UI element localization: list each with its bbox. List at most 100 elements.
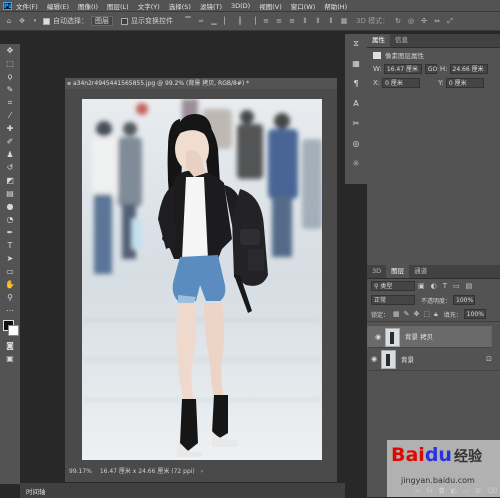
filter-adjust-icon[interactable]: ◐ bbox=[431, 282, 437, 290]
close-icon[interactable]: ▪ bbox=[65, 78, 73, 89]
drag-3d-icon[interactable]: ✣ bbox=[419, 16, 429, 26]
x-field[interactable]: 0 厘米 bbox=[382, 78, 421, 88]
distribute-left-icon[interactable]: ⫴ bbox=[300, 16, 310, 26]
eyedropper-tool-icon[interactable]: ⁄ bbox=[0, 109, 20, 122]
clone-stamp-tool-icon[interactable]: ♟ bbox=[0, 148, 20, 161]
align-right-icon[interactable]: ▕ bbox=[248, 16, 258, 26]
zoom-readout[interactable]: 99.17% bbox=[69, 468, 92, 475]
auto-select-checkbox[interactable] bbox=[43, 17, 50, 25]
filter-shape-icon[interactable]: ▭ bbox=[453, 282, 460, 290]
align-top-icon[interactable]: ▔ bbox=[183, 16, 193, 26]
align-left-icon[interactable]: ▏ bbox=[222, 16, 232, 26]
lasso-tool-icon[interactable]: ϙ bbox=[0, 70, 20, 83]
background-color[interactable] bbox=[8, 325, 19, 336]
menu-select[interactable]: 选择(S) bbox=[169, 1, 191, 11]
quick-mask-icon[interactable]: ◙ bbox=[0, 339, 20, 352]
brush-tool-icon[interactable]: ✐ bbox=[0, 135, 20, 148]
zoom-tool-icon[interactable]: ⚲ bbox=[0, 291, 20, 304]
tab-channels[interactable]: 通道 bbox=[409, 265, 432, 278]
lock-artboard-icon[interactable]: ⬚ bbox=[423, 310, 430, 318]
lock-position-icon[interactable]: ✥ bbox=[414, 310, 420, 318]
screen-mode-icon[interactable]: ▣ bbox=[0, 352, 20, 365]
scale-3d-icon[interactable]: ⤢ bbox=[445, 16, 455, 26]
trash-icon[interactable]: ⌫ bbox=[487, 487, 497, 495]
visibility-eye-icon[interactable]: ◉ bbox=[367, 355, 381, 363]
menu-image[interactable]: 图像(I) bbox=[78, 1, 98, 11]
tools-presets-icon[interactable]: ✂ bbox=[345, 114, 367, 134]
link-layers-icon[interactable]: ∞ bbox=[414, 487, 420, 495]
distribute-hcenter-icon[interactable]: ⫴ bbox=[313, 16, 323, 26]
color-swatches[interactable] bbox=[0, 317, 20, 339]
menu-help[interactable]: 帮助(H) bbox=[324, 1, 347, 11]
h-field[interactable]: 24.66 厘米 bbox=[449, 64, 488, 74]
auto-align-icon[interactable]: ▦ bbox=[339, 16, 349, 26]
bulb-icon[interactable]: ☼ bbox=[345, 154, 367, 174]
menu-layer[interactable]: 图层(L) bbox=[107, 1, 129, 11]
distribute-right-icon[interactable]: ⫴ bbox=[326, 16, 336, 26]
image-canvas[interactable] bbox=[82, 99, 322, 460]
lock-all-icon[interactable]: 🔒︎ bbox=[434, 310, 438, 319]
menu-type[interactable]: 文字(Y) bbox=[138, 1, 160, 11]
link-dimensions-button[interactable]: GO bbox=[424, 64, 437, 74]
w-field[interactable]: 16.47 厘米 bbox=[383, 64, 422, 74]
menu-filter[interactable]: 滤镜(T) bbox=[200, 1, 222, 11]
fill-field[interactable]: 100% bbox=[463, 309, 486, 319]
path-select-tool-icon[interactable]: ➤ bbox=[0, 252, 20, 265]
align-bottom-icon[interactable]: ▁ bbox=[209, 16, 219, 26]
paragraph-icon[interactable]: ¶ bbox=[345, 74, 367, 94]
healing-brush-tool-icon[interactable]: ✚ bbox=[0, 122, 20, 135]
layer-row-background-copy[interactable]: ◉ 背景 拷贝 bbox=[367, 326, 492, 348]
filter-smart-icon[interactable]: ▤ bbox=[466, 282, 473, 290]
tab-properties[interactable]: 属性 bbox=[367, 34, 390, 47]
show-transform-checkbox[interactable] bbox=[121, 17, 128, 25]
chevron-down-icon[interactable]: ▾ bbox=[30, 16, 40, 26]
document-tab[interactable]: ▪ a34n2r4945441565855.jpg @ 99.2% (背景 拷贝,… bbox=[65, 78, 337, 89]
new-group-icon[interactable]: ▭ bbox=[463, 487, 470, 495]
lock-pixels-icon[interactable]: ✎ bbox=[404, 310, 410, 318]
distribute-vcenter-icon[interactable]: ≡ bbox=[274, 16, 284, 26]
lock-transparent-icon[interactable]: ▦ bbox=[393, 310, 400, 318]
y-field[interactable]: 0 厘米 bbox=[445, 78, 484, 88]
crop-tool-icon[interactable]: ⌗ bbox=[0, 96, 20, 109]
blur-tool-icon[interactable]: ● bbox=[0, 200, 20, 213]
blend-mode-dropdown[interactable]: 正常 bbox=[371, 295, 415, 305]
gradient-tool-icon[interactable]: ▤ bbox=[0, 187, 20, 200]
menu-window[interactable]: 窗口(W) bbox=[291, 1, 316, 11]
menu-view[interactable]: 视图(V) bbox=[259, 1, 282, 11]
dodge-tool-icon[interactable]: ◔ bbox=[0, 213, 20, 226]
adjustment-icon[interactable]: ◐ bbox=[450, 487, 456, 495]
filter-type-icon[interactable]: T bbox=[443, 282, 447, 290]
distribute-top-icon[interactable]: ≡ bbox=[261, 16, 271, 26]
quick-select-tool-icon[interactable]: ✎ bbox=[0, 83, 20, 96]
hand-tool-icon[interactable]: ✋ bbox=[0, 278, 20, 291]
history-brush-tool-icon[interactable]: ↺ bbox=[0, 161, 20, 174]
eraser-tool-icon[interactable]: ◩ bbox=[0, 174, 20, 187]
swatches-icon[interactable]: ▦ bbox=[345, 54, 367, 74]
marquee-tool-icon[interactable]: ⬚ bbox=[0, 57, 20, 70]
align-hcenter-icon[interactable]: ║ bbox=[235, 16, 245, 26]
home-icon[interactable]: ⌂ bbox=[4, 16, 14, 26]
tab-layers[interactable]: 图层 bbox=[386, 265, 410, 278]
history-icon[interactable]: ⧖ bbox=[345, 34, 367, 54]
visibility-eye-icon[interactable]: ◉ bbox=[371, 333, 385, 342]
chevron-right-icon[interactable]: › bbox=[201, 468, 203, 475]
tab-3d[interactable]: 3D bbox=[367, 265, 386, 278]
fx-icon[interactable]: fx bbox=[426, 487, 433, 495]
roll-3d-icon[interactable]: ◎ bbox=[406, 16, 416, 26]
add-mask-icon[interactable]: ◘ bbox=[439, 487, 445, 495]
rotate-3d-icon[interactable]: ↻ bbox=[393, 16, 403, 26]
menu-3d[interactable]: 3D(D) bbox=[231, 2, 250, 10]
new-layer-icon[interactable]: ⊞ bbox=[475, 487, 481, 495]
menu-file[interactable]: 文件(F) bbox=[16, 1, 38, 11]
type-tool-icon[interactable]: T bbox=[0, 239, 20, 252]
rectangle-tool-icon[interactable]: ▭ bbox=[0, 265, 20, 278]
character-icon[interactable]: A bbox=[345, 94, 367, 114]
opacity-field[interactable]: 100% bbox=[453, 295, 476, 305]
slide-3d-icon[interactable]: ⇔ bbox=[432, 16, 442, 26]
pen-tool-icon[interactable]: ✒ bbox=[0, 226, 20, 239]
align-vcenter-icon[interactable]: ═ bbox=[196, 16, 206, 26]
distribute-bottom-icon[interactable]: ≡ bbox=[287, 16, 297, 26]
move-tool-icon[interactable]: ✥ bbox=[0, 44, 20, 57]
more-tools-icon[interactable]: ⋯ bbox=[0, 304, 20, 317]
tab-info[interactable]: 信息 bbox=[390, 34, 413, 47]
